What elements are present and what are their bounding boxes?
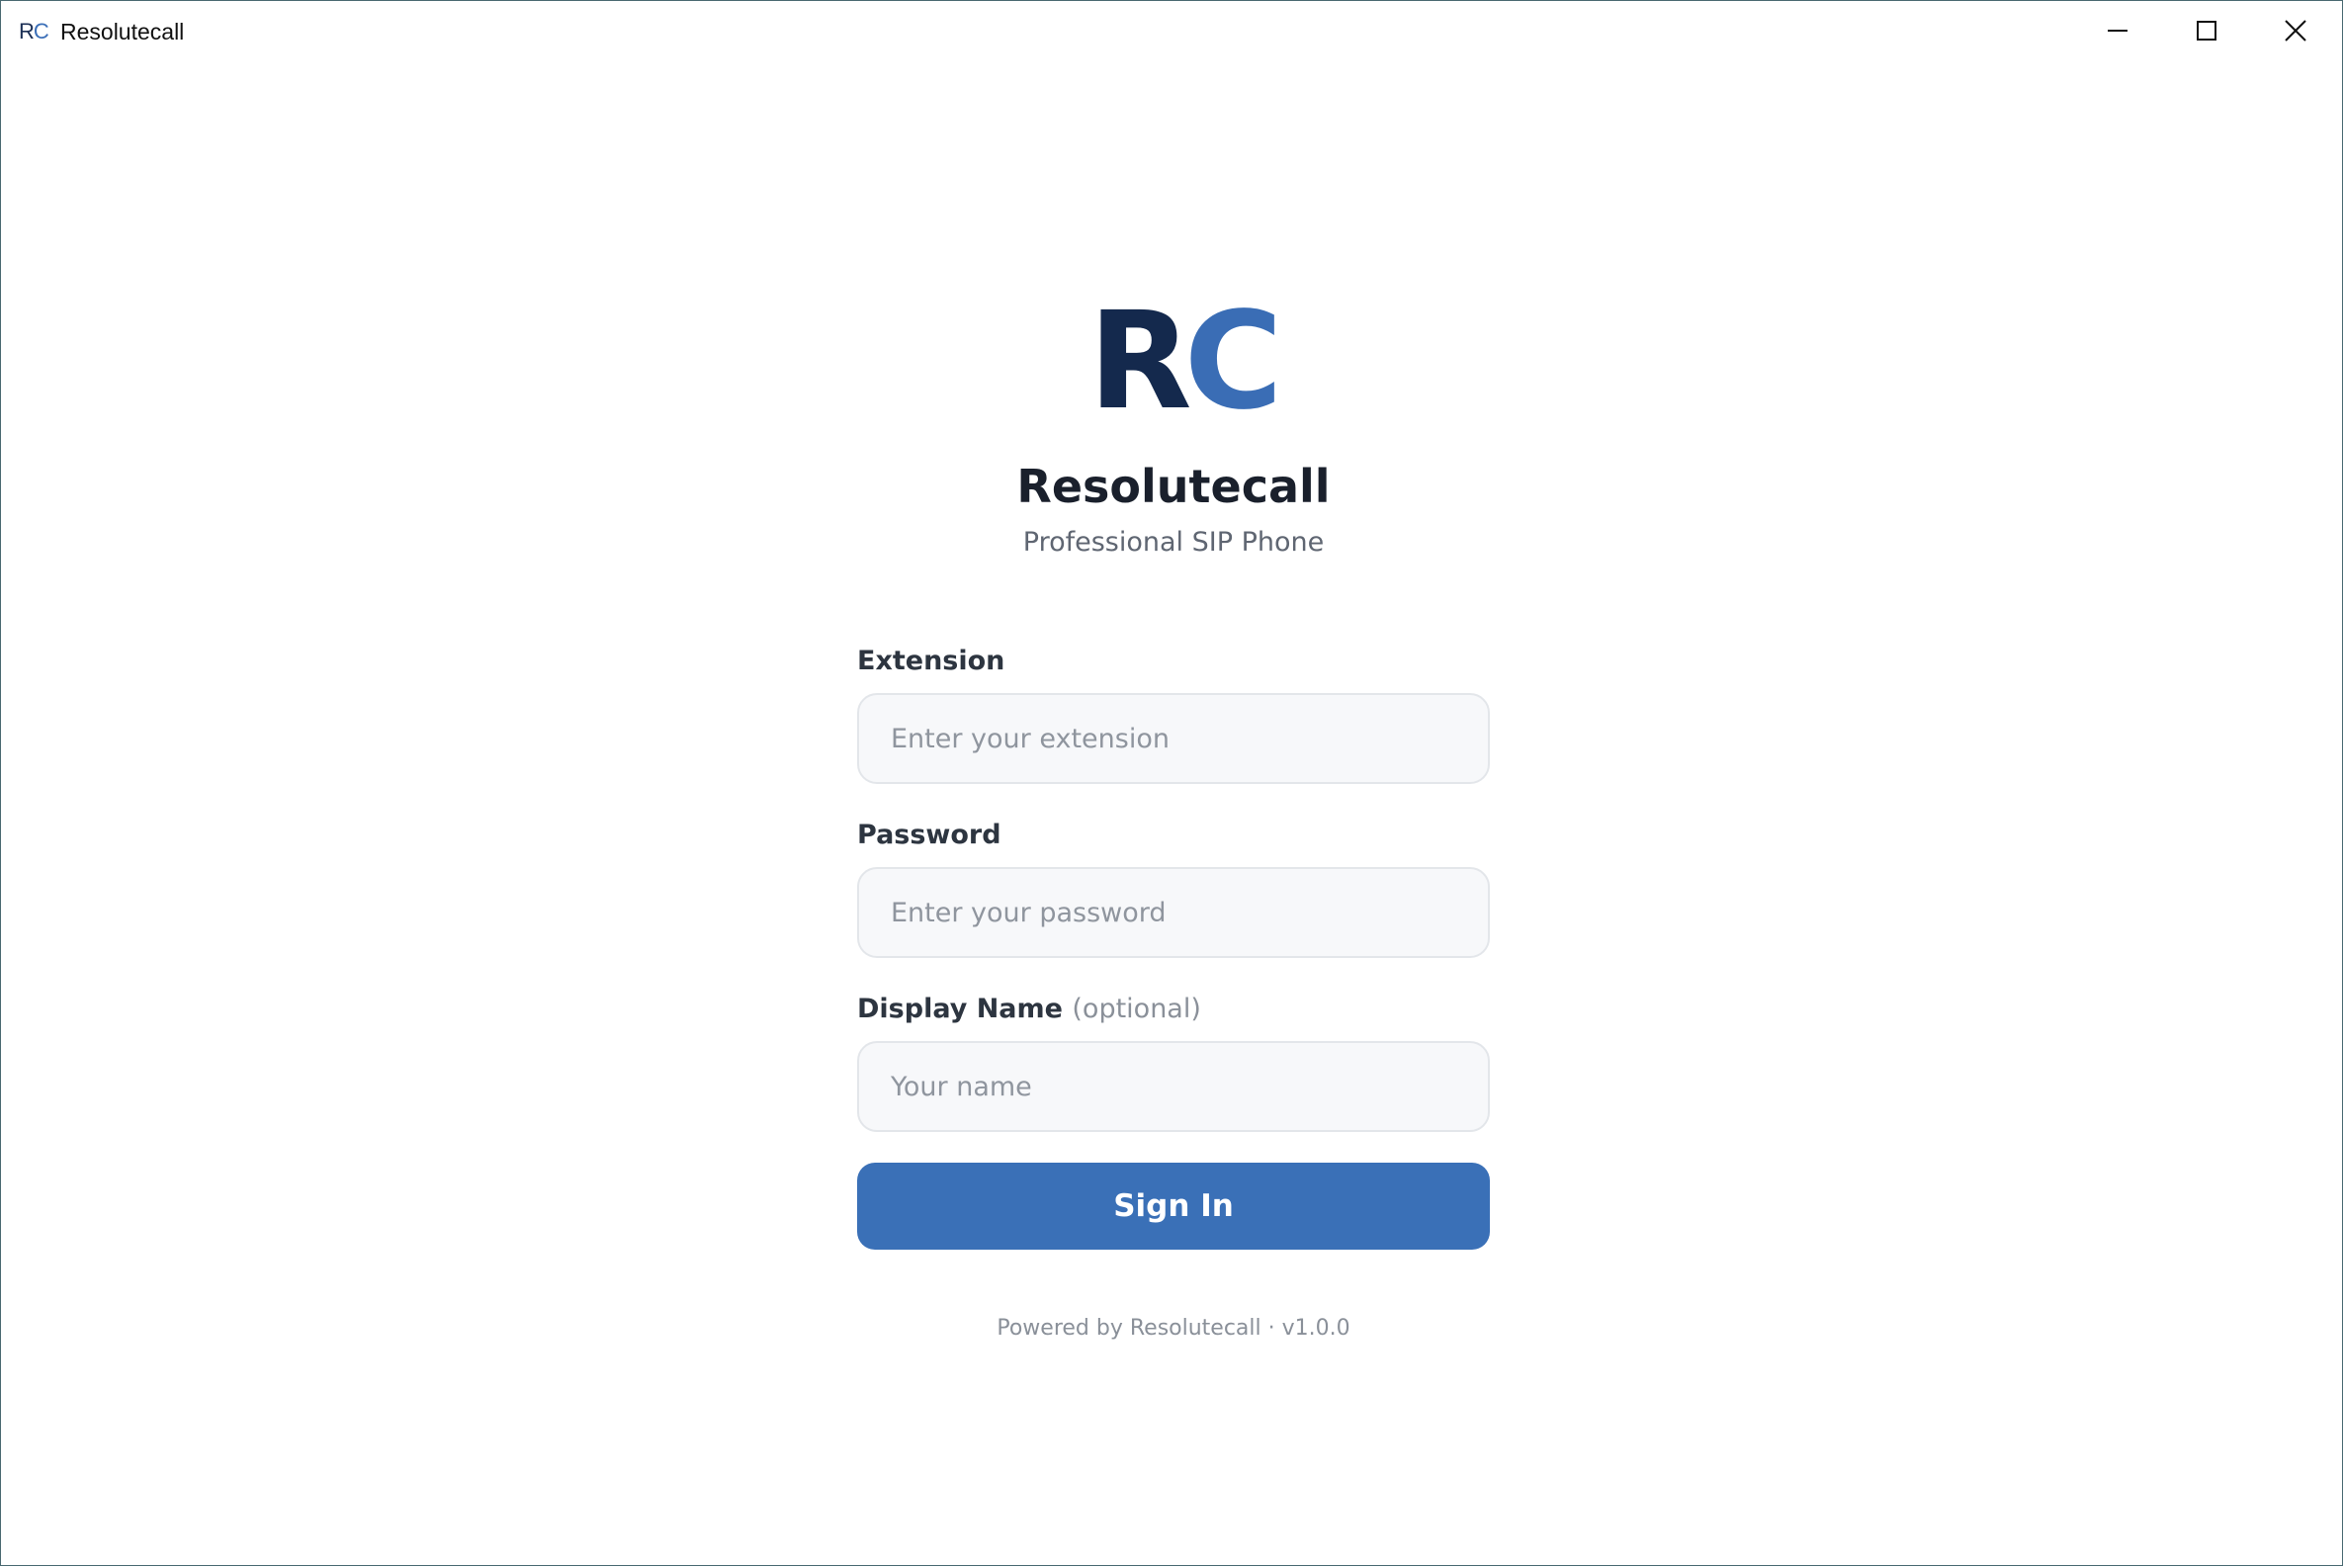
display-name-input[interactable] <box>857 1041 1490 1132</box>
maximize-button[interactable] <box>2162 1 2251 60</box>
footer-text: Powered by Resolutecall · v1.0.0 <box>997 1316 1350 1341</box>
password-label: Password <box>857 820 1001 850</box>
optional-hint: (optional) <box>1072 994 1201 1024</box>
minimize-button[interactable] <box>2073 1 2162 60</box>
window-title: Resolutecall <box>60 19 185 44</box>
display-name-label: Display Name (optional) <box>857 992 1201 1027</box>
app-window: RC Resolutecall RC Resolutecall Professi… <box>0 0 2343 1566</box>
app-name-heading: Resolutecall <box>1016 460 1331 513</box>
app-icon: RC <box>19 19 49 44</box>
extension-input[interactable] <box>857 693 1490 784</box>
maximize-icon <box>2197 21 2216 41</box>
extension-label: Extension <box>857 646 1005 676</box>
app-subtitle: Professional SIP Phone <box>1022 527 1325 558</box>
close-icon <box>2285 20 2306 42</box>
display-name-label-text: Display Name <box>857 994 1063 1024</box>
title-bar[interactable]: RC Resolutecall <box>1 1 2342 62</box>
close-button[interactable] <box>2251 1 2340 60</box>
minimize-icon <box>2108 30 2128 32</box>
password-input[interactable] <box>857 867 1490 958</box>
brand-logo: RC <box>1088 284 1283 440</box>
sign-in-button[interactable]: Sign In <box>857 1163 1490 1250</box>
